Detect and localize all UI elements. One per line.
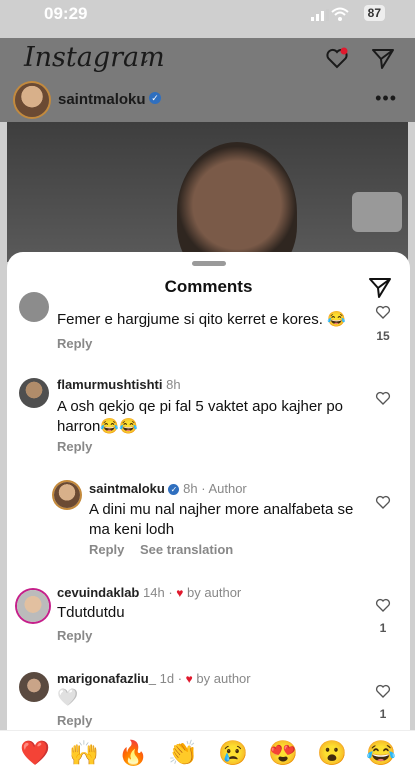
signal-icon [311,9,329,21]
avatar[interactable] [19,292,49,322]
emoji-laugh-button[interactable]: 😂 [366,739,396,768]
heart-icon[interactable] [375,683,391,699]
post-username[interactable]: saintmaloku [58,91,146,108]
like-count: 1 [379,707,387,721]
status-time: 09:29 [44,4,88,23]
avatar[interactable] [15,83,49,117]
heart-icon: ♥ [176,586,184,600]
avatar[interactable] [19,672,49,702]
comment-username[interactable]: flamurmushtishti 8h [57,377,181,392]
avatar[interactable] [17,590,49,622]
comment-username[interactable]: marigonafazliu_ 1d · ♥ by author [57,671,251,686]
status-bar: 09:29 87 [0,0,415,30]
comments-sheet: Comments Femer e hargjume si qito kerret… [7,252,410,780]
like-count: 15 [376,329,390,343]
comment-text: A dini mu nal najher more analfabeta se … [89,501,354,538]
comment-text: Tdutdutdu [57,604,125,621]
post-photo-car [352,192,402,232]
avatar[interactable] [19,378,49,408]
comment-username[interactable]: saintmaloku ✓ 8h · Author [89,481,247,496]
like-count: 1 [379,621,387,635]
verified-icon: ✓ [168,484,180,495]
reply-button[interactable]: Reply [57,439,92,454]
post-image [7,122,408,262]
chevron-down-icon[interactable]: ⌄ [140,52,150,66]
comment-text: A osh qekjo qe pi fal 5 vaktet apo kajhe… [57,398,344,435]
emoji-cry-button[interactable]: 😢 [218,739,248,768]
reply-button[interactable]: Reply [57,628,92,643]
battery-indicator: 87 [363,5,385,21]
emoji-raised-hands-button[interactable]: 🙌 [69,739,99,768]
heart-icon[interactable] [375,390,391,406]
emoji-clap-button[interactable]: 👏 [168,739,198,768]
send-icon[interactable] [368,276,392,300]
heart-icon[interactable] [375,494,391,510]
wifi-icon [331,7,349,21]
heart-icon[interactable] [375,597,391,613]
emoji-heart-button[interactable]: ❤️ [20,739,50,768]
see-translation-button[interactable]: See translation [140,542,233,557]
comment-text: Femer e hargjume si qito kerret e kores.… [57,311,346,328]
avatar[interactable] [54,482,80,508]
send-icon[interactable] [371,47,395,71]
heart-icon[interactable] [325,46,349,70]
reply-button[interactable]: Reply [57,713,92,728]
drag-handle[interactable] [192,261,226,266]
reply-button[interactable]: Reply [89,542,124,557]
reply-button[interactable]: Reply [57,336,92,351]
more-icon[interactable]: ••• [375,88,397,109]
heart-icon[interactable] [375,304,391,320]
verified-icon: ✓ [149,92,161,104]
heart-icon: ♥ [185,672,193,686]
emoji-surprised-button[interactable]: 😮 [317,739,347,768]
post-photo-subject [177,142,297,262]
comment-text: 🤍 [57,688,79,707]
emoji-heart-eyes-button[interactable]: 😍 [268,739,298,768]
comments-title: Comments [164,277,253,296]
emoji-reaction-bar: ❤️ 🙌 🔥 👏 😢 😍 😮 😂 [0,730,415,781]
app-header: Instagram ⌄ [0,38,415,82]
emoji-fire-button[interactable]: 🔥 [118,739,148,768]
comment-username[interactable]: cevuindaklab 14h · ♥ by author [57,585,241,600]
post-header: saintmaloku ✓ ••• [0,82,415,122]
